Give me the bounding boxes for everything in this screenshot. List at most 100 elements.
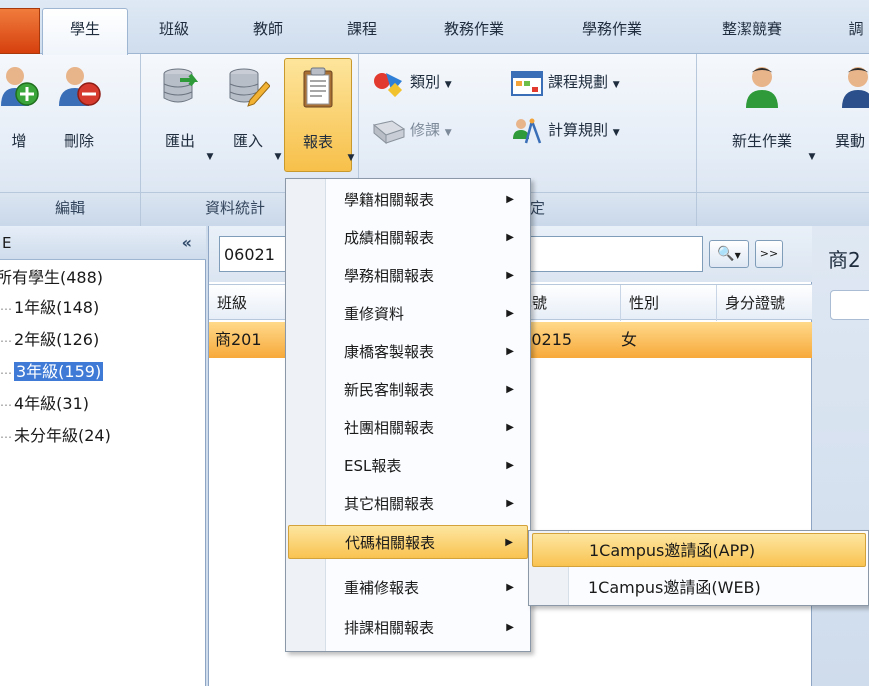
tab-teacher[interactable]: 教師: [232, 12, 304, 46]
submenu-arrow-icon: ▶: [506, 582, 514, 593]
add-student-label: 增: [11, 132, 27, 150]
category-button[interactable]: 類別 ▼: [372, 66, 452, 98]
tree-item-grade-1[interactable]: ⋯ 1年級(148): [0, 294, 99, 322]
tab-student[interactable]: 學生: [42, 8, 128, 55]
menu-item-label: 康橋客製報表: [344, 343, 435, 361]
cell-gender: 女: [621, 330, 638, 349]
course-plan-label: 課程規劃: [548, 73, 609, 91]
tab-academic-affairs[interactable]: 教務作業: [418, 12, 530, 46]
submenu-arrow-icon: ▶: [506, 270, 514, 281]
column-header-id-number[interactable]: 身分證號: [717, 285, 813, 321]
submenu-arrow-icon: ▶: [506, 498, 514, 509]
tree-item-label: 1年級(148): [14, 298, 100, 317]
submenu-arrow-icon: ▶: [506, 622, 514, 633]
student-category-panel: E « 所有學生(488) ⋯ 1年級(148) ⋯ 2年級(126) ⋯ 3年級(1…: [0, 226, 206, 686]
cell-class: 商201: [215, 330, 262, 349]
left-panel-header: E «: [0, 226, 206, 260]
application-menu-button[interactable]: [0, 8, 40, 54]
report-label: 報表: [302, 133, 333, 151]
group-separator: [696, 54, 697, 226]
tree-item-label: 所有學生(488): [0, 268, 104, 287]
menu-item-enrollment-reports[interactable]: 學籍相關報表 ▶: [288, 183, 528, 217]
menu-item-label: 代碼相關報表: [345, 534, 436, 552]
menu-item-label: 重補修報表: [344, 579, 420, 597]
ribbon-tab-bar: 學生 班級 教師 課程 教務作業 學務作業 整潔競賽 調: [0, 0, 869, 55]
database-import-icon: [229, 68, 270, 107]
tree-item-all-students[interactable]: 所有學生(488): [0, 264, 103, 292]
new-student-button[interactable]: 新生作業 ▼: [712, 58, 815, 188]
menu-item-label: 排課相關報表: [344, 619, 435, 637]
search-button[interactable]: 🔍▼: [709, 240, 749, 268]
menu-item-label: 其它相關報表: [344, 495, 435, 513]
report-button[interactable]: 報表 ▼: [284, 58, 354, 172]
next-result-button[interactable]: >>: [755, 240, 783, 268]
tree-item-label: 未分年級(24): [14, 426, 111, 445]
menu-item-invitation-app[interactable]: 1Campus邀請函(APP): [532, 533, 866, 567]
menu-item-grade-reports[interactable]: 成績相關報表 ▶: [288, 221, 528, 255]
tree-item-label: 4年級(31): [14, 394, 90, 413]
tree-item-label-selected: 3年級(159): [14, 362, 104, 381]
tree-connector-icon: ⋯: [0, 366, 12, 380]
calculation-rule-label: 計算規則: [548, 121, 609, 139]
tree-connector-icon: ⋯: [0, 334, 12, 348]
tree-item-label: 2年級(126): [14, 330, 100, 349]
calculation-rule-button[interactable]: 計算規則 ▼: [510, 114, 620, 146]
detail-panel: 商2: [812, 226, 869, 686]
detail-title: 商2: [828, 248, 861, 272]
new-student-label: 新生作業: [731, 132, 792, 150]
menu-item-kangchiao-custom-reports[interactable]: 康橋客製報表 ▶: [288, 335, 528, 369]
export-label: 匯出: [164, 132, 195, 150]
tab-student-affairs[interactable]: 學務作業: [556, 12, 668, 46]
tree-item-grade-4[interactable]: ⋯ 4年級(31): [0, 390, 89, 418]
left-panel-title: E: [2, 234, 12, 252]
menu-item-label: 重修資料: [344, 305, 405, 323]
export-button[interactable]: 匯出 ▼: [150, 58, 213, 188]
delete-student-label: 刪除: [63, 132, 94, 150]
clipboard-report-icon: [303, 67, 333, 108]
column-header-gender[interactable]: 性別: [621, 285, 717, 321]
elective-button[interactable]: 修課 ▼: [372, 114, 452, 146]
add-student-button[interactable]: 增: [0, 58, 44, 188]
add-user-icon: [1, 67, 39, 106]
menu-item-other-reports[interactable]: 其它相關報表 ▶: [288, 487, 528, 521]
book-icon: [372, 119, 406, 144]
tree-item-grade-3[interactable]: ⋯ 3年級(159): [0, 358, 104, 386]
menu-item-esl-reports[interactable]: ESL報表 ▶: [288, 449, 528, 483]
submenu-arrow-icon: ▶: [506, 194, 514, 205]
menu-item-xinmin-custom-reports[interactable]: 新民客制報表 ▶: [288, 373, 528, 407]
submenu-arrow-icon: ▶: [506, 422, 514, 433]
report-dropdown-menu: 學籍相關報表 ▶ 成績相關報表 ▶ 學務相關報表 ▶ 重修資料 ▶ 康橋客製報表 ▶ 新民…: [285, 178, 531, 652]
tree-item-grade-2[interactable]: ⋯ 2年級(126): [0, 326, 99, 354]
import-button[interactable]: 匯入 ▼: [218, 58, 281, 188]
menu-item-label: 新民客制報表: [344, 381, 435, 399]
people-compass-icon: [513, 118, 542, 143]
student-change-icon: [842, 67, 869, 108]
tab-class[interactable]: 班級: [138, 12, 210, 46]
menu-item-label: 社團相關報表: [344, 419, 435, 437]
menu-item-makeup-reports[interactable]: 重補修報表 ▶: [288, 571, 528, 605]
submenu-arrow-icon: ▶: [506, 308, 514, 319]
menu-item-retake-data[interactable]: 重修資料 ▶: [288, 297, 528, 331]
tab-course[interactable]: 課程: [326, 12, 398, 46]
menu-item-invitation-web[interactable]: 1Campus邀請函(WEB): [532, 571, 866, 605]
collapse-panel-icon[interactable]: «: [182, 226, 192, 260]
group-label-edit: 編輯: [54, 199, 85, 217]
menu-item-student-affairs-reports[interactable]: 學務相關報表 ▶: [288, 259, 528, 293]
delete-student-button[interactable]: 刪除: [48, 58, 110, 188]
change-button[interactable]: 異動: [818, 58, 869, 188]
tab-overflow[interactable]: 調: [836, 12, 869, 46]
menu-item-label: 學籍相關報表: [344, 191, 435, 209]
elective-label: 修課: [410, 121, 441, 139]
tab-cleanliness-contest[interactable]: 整潔競賽: [696, 12, 808, 46]
menu-item-club-reports[interactable]: 社團相關報表 ▶: [288, 411, 528, 445]
menu-item-scheduling-reports[interactable]: 排課相關報表 ▶: [288, 611, 528, 645]
shapes-icon: [374, 72, 403, 97]
detail-input[interactable]: [830, 290, 869, 320]
submenu-arrow-icon: ▶: [505, 537, 513, 548]
database-export-icon: [163, 68, 199, 103]
category-label: 類別: [410, 73, 441, 91]
menu-item-code-reports[interactable]: 代碼相關報表 ▶: [288, 525, 528, 559]
tree-connector-icon: ⋯: [0, 302, 12, 316]
course-plan-button[interactable]: 課程規劃 ▼: [510, 66, 620, 98]
tree-item-unassigned-grade[interactable]: ⋯ 未分年級(24): [0, 422, 111, 450]
